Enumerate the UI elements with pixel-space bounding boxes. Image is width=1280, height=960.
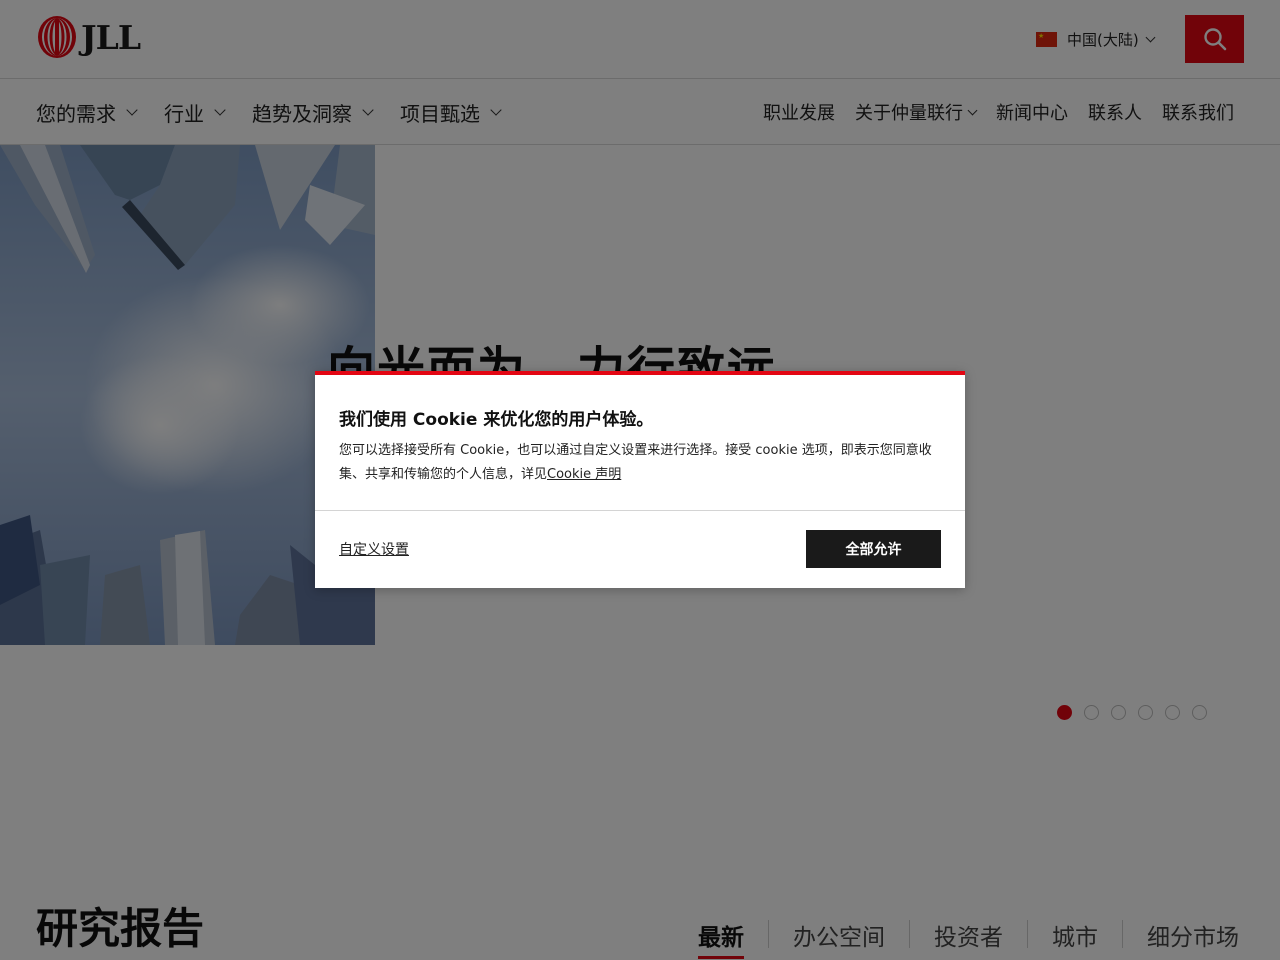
cookie-divider <box>315 510 965 511</box>
cookie-body: 您可以选择接受所有 Cookie，也可以通过自定义设置来进行选择。接受 cook… <box>339 439 941 487</box>
cookie-title: 我们使用 Cookie 来优化您的用户体验。 <box>339 410 654 430</box>
accept-all-button[interactable]: 全部允许 <box>806 530 941 568</box>
cookie-statement-link[interactable]: Cookie 声明 <box>547 467 621 482</box>
cookie-consent-dialog: 我们使用 Cookie 来优化您的用户体验。 您可以选择接受所有 Cookie，… <box>315 371 965 588</box>
customize-settings-link[interactable]: 自定义设置 <box>339 539 409 559</box>
cookie-body-text: 您可以选择接受所有 Cookie，也可以通过自定义设置来进行选择。接受 cook… <box>339 443 932 482</box>
